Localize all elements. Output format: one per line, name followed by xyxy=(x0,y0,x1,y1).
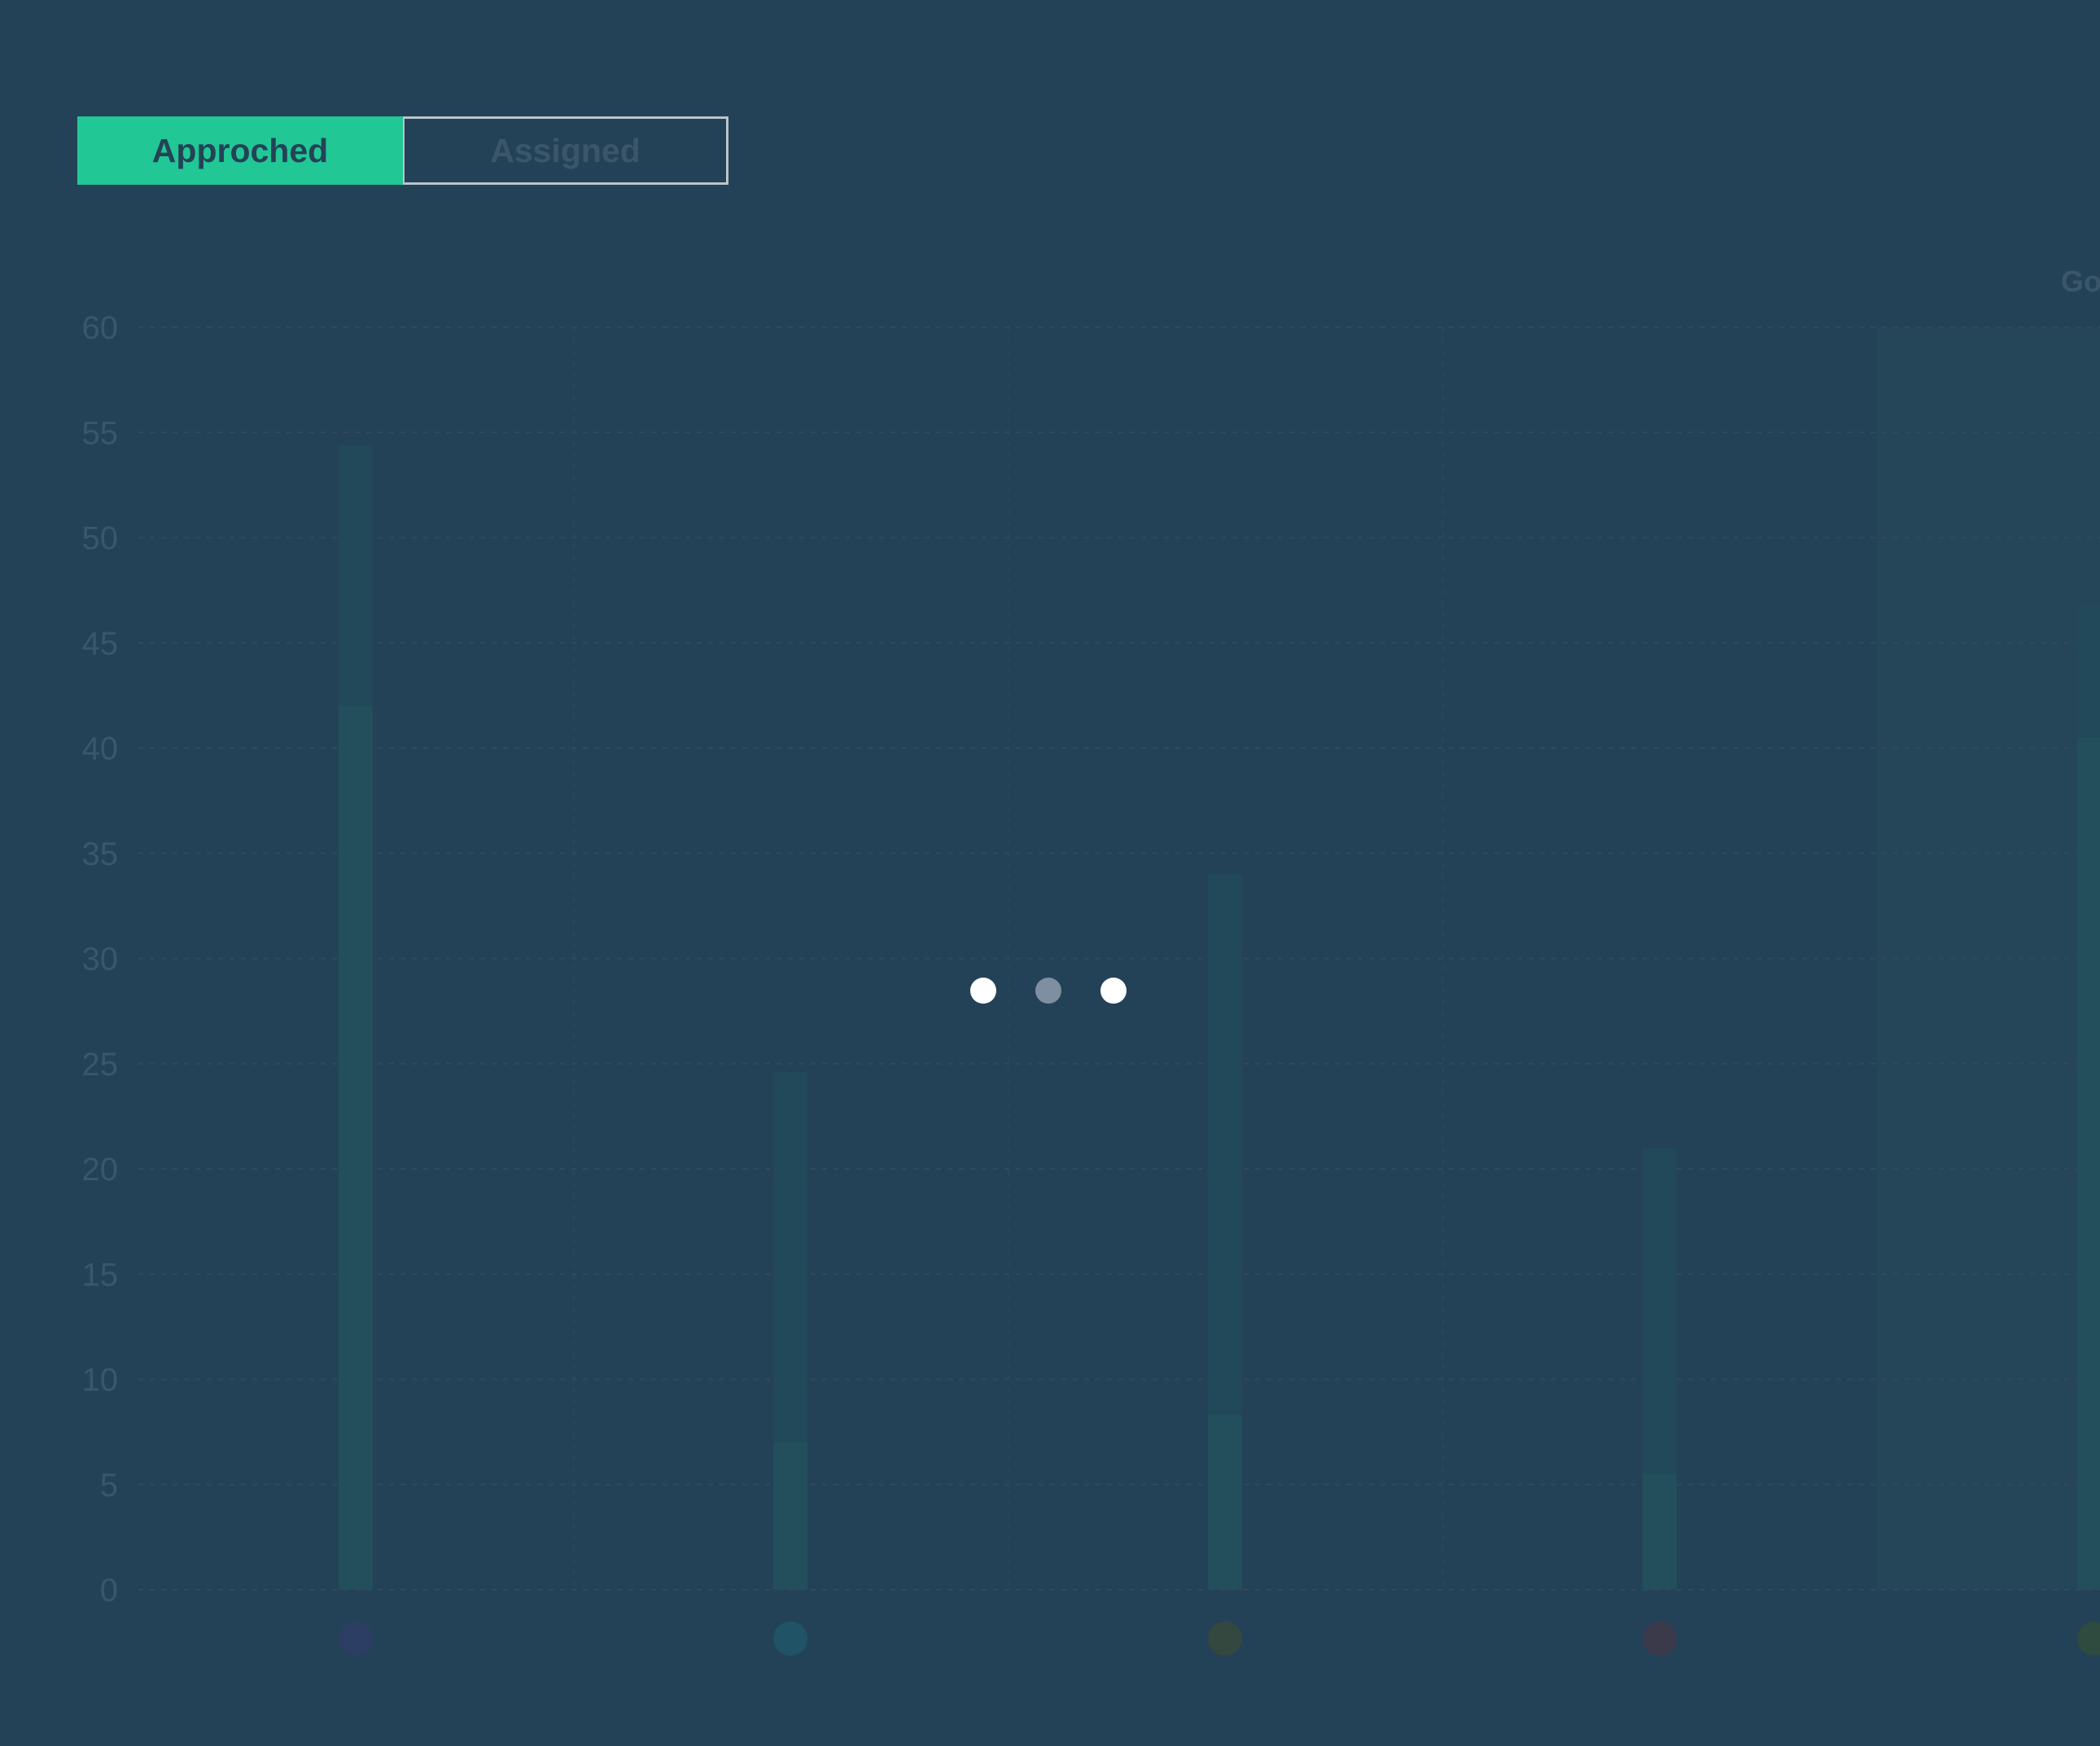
category-marker-dot xyxy=(1208,1621,1242,1656)
y-tick-label: 45 xyxy=(82,626,119,662)
bar-segment xyxy=(1208,874,1242,1416)
bar-segment xyxy=(773,1072,807,1443)
category-marker-dot xyxy=(339,1621,373,1656)
loading-dot xyxy=(1035,978,1061,1004)
y-tick-label: 20 xyxy=(82,1152,119,1188)
bar-chart: 0 5 10 15 20 25 30 35 40 45 50 55 60 Go xyxy=(82,265,2100,1656)
y-tick-label: 35 xyxy=(82,836,119,872)
bar-segment xyxy=(1643,1473,1677,1590)
bar-segment xyxy=(339,706,373,1590)
bar-segment xyxy=(2077,737,2100,1591)
y-tick-label: 30 xyxy=(82,942,119,978)
y-tick-label: 10 xyxy=(82,1363,119,1398)
category-marker-dot xyxy=(1643,1621,1677,1656)
y-tick-label: 40 xyxy=(82,731,119,767)
loading-indicator xyxy=(970,978,1127,1004)
loading-dot xyxy=(1100,978,1127,1004)
y-tick-label: 0 xyxy=(100,1573,118,1608)
y-tick-label: 5 xyxy=(100,1468,118,1503)
bar-segment xyxy=(339,444,373,707)
category-marker-dot xyxy=(773,1621,807,1656)
loading-dot xyxy=(970,978,996,1004)
y-tick-label: 50 xyxy=(82,521,119,557)
bar-segment xyxy=(2077,605,2100,738)
y-tick-label: 15 xyxy=(82,1257,119,1293)
bar-segment xyxy=(1643,1148,1677,1474)
y-tick-label: 25 xyxy=(82,1047,119,1083)
y-tick-label: 55 xyxy=(82,415,119,451)
bar-segment xyxy=(1208,1415,1242,1590)
bar-segment xyxy=(773,1442,807,1590)
category-marker-dot xyxy=(2077,1621,2100,1656)
category-label: Go xyxy=(2061,265,2100,298)
y-tick-label: 60 xyxy=(82,310,119,346)
